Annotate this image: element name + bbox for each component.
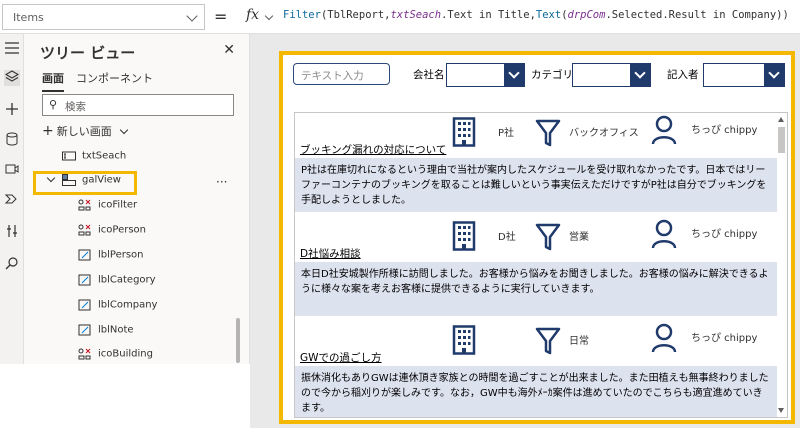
formula-token: Text (535, 9, 562, 21)
gallery-item[interactable]: P社 バックオフィス ちっぴ chippy ブッキング漏れの対応について P社は在庫切れ… (295, 113, 777, 215)
property-selector[interactable]: Items (2, 4, 205, 30)
more-options-icon[interactable]: ··· (216, 175, 227, 189)
gallery-item[interactable]: D社 営業 ちっぴ chippy D社悩み相談 本日D社安城製作所様に訪問しました。お客… (295, 215, 777, 319)
chevron-down-icon (504, 64, 524, 86)
filter-icon (535, 118, 561, 148)
item-note: 本日D社安城製作所様に訪問しました。お客様から悩みをお聞きしました。お客様の悩み… (295, 262, 777, 316)
tab-screens[interactable]: 画面 (42, 70, 64, 92)
icon-control-icon (78, 348, 92, 360)
new-screen-button[interactable]: + 新しい画面 (42, 123, 129, 139)
author-label: ちっぴ chippy (691, 229, 758, 240)
scroll-up-icon[interactable] (778, 117, 784, 122)
layers-icon[interactable] (4, 70, 20, 86)
gallery-item[interactable]: 日常 ちっぴ chippy GWでの過ごし方 振休消化もありGWは連休頂き家族との時間… (295, 319, 777, 417)
equals-sign: = (214, 7, 228, 26)
scroll-thumb[interactable] (778, 127, 785, 153)
item-note: 振休消化もありGWは連休頂き家族との時間を過ごすことが出来ました。また田植えも無… (295, 366, 777, 417)
person-icon (651, 323, 677, 353)
search-icon[interactable] (4, 256, 20, 272)
property-value: Items (13, 11, 44, 24)
building-icon (452, 221, 476, 251)
galview-highlight-box (33, 171, 137, 195)
formula-token: .Text in Title, (441, 9, 536, 21)
formula-token: (TblReport, (320, 9, 391, 21)
search-placeholder: 検索 (65, 101, 86, 113)
insert-icon[interactable] (4, 102, 20, 118)
formula-bar: Items = fx Filter(TblReport,txtSeach.Tex… (0, 0, 800, 34)
person-icon (651, 115, 677, 145)
building-icon (452, 325, 476, 355)
filter-icon (535, 326, 561, 356)
search-icon: ⚲ (49, 98, 58, 111)
scroll-down-icon[interactable] (778, 408, 784, 413)
item-note: P社は在庫切れになるという理由で当社が案内したスケジュールを受け取れなかったです… (295, 158, 777, 212)
chevron-down-icon (764, 64, 784, 86)
text-input-placeholder: テキスト入力 (301, 70, 364, 82)
tree-item-icoBuilding[interactable]: icoBuilding (78, 348, 153, 368)
search-text-input[interactable]: テキスト入力 (293, 63, 390, 85)
text-input-icon (62, 150, 76, 162)
label-icon (78, 274, 92, 286)
filter-icon (535, 222, 561, 252)
gallery-scrollbar[interactable] (777, 115, 786, 415)
data-icon[interactable] (4, 132, 20, 148)
person-icon (651, 219, 677, 249)
category-label: 営業 (569, 232, 589, 243)
formula-token: Filter (283, 9, 321, 21)
chevron-down-icon (264, 11, 274, 21)
company-filter-label: 会社名 (413, 69, 445, 81)
media-icon[interactable] (4, 162, 20, 178)
author-label: ちっぴ chippy (691, 333, 758, 344)
power-automate-icon[interactable] (4, 192, 20, 208)
item-title[interactable]: GWでの過ごし方 (300, 350, 382, 365)
category-label: バックオフィス (569, 128, 639, 139)
formula-input[interactable]: Filter(TblReport,txtSeach.Text in Title,… (283, 9, 789, 21)
item-title[interactable]: ブッキング漏れの対応について (300, 142, 446, 157)
chevron-down-icon (119, 125, 129, 135)
hamburger-menu-icon[interactable] (4, 42, 20, 58)
formula-token: drpCom (567, 9, 606, 21)
tab-components[interactable]: コンポーネント (76, 70, 153, 92)
tree-view-title: ツリー ビュー (40, 44, 136, 62)
tree-scrollbar[interactable] (236, 318, 240, 363)
tree-item-lblCompany[interactable]: lblCompany (78, 299, 157, 319)
tree-item-icoFilter[interactable]: icoFilter (78, 199, 137, 219)
item-title[interactable]: D社悩み相談 (300, 246, 361, 261)
close-icon[interactable]: ✕ (223, 42, 235, 58)
author-label: ちっぴ chippy (691, 125, 758, 136)
tree-tabs: 画面 コンポーネント (42, 70, 153, 92)
chevron-down-icon (186, 10, 198, 22)
category-dropdown[interactable] (572, 63, 651, 87)
tree-item-lblPerson[interactable]: lblPerson (78, 249, 144, 269)
company-dropdown[interactable] (446, 63, 525, 87)
icon-control-icon (78, 199, 92, 211)
building-icon (452, 117, 476, 147)
left-rail (0, 34, 24, 364)
new-screen-label: 新しい画面 (56, 125, 112, 138)
tree-item-txtSeach[interactable]: txtSeach (62, 150, 126, 170)
gallery[interactable]: P社 バックオフィス ちっぴ chippy ブッキング漏れの対応について P社は在庫切れ… (294, 112, 788, 418)
label-icon (78, 249, 92, 261)
company-label: P社 (498, 128, 515, 139)
tree-search-input[interactable]: ⚲ 検索 (42, 94, 234, 116)
category-filter-label: カテゴリ (531, 69, 573, 81)
fx-icon: fx (246, 7, 260, 23)
chevron-down-icon (630, 64, 650, 86)
author-dropdown[interactable] (703, 63, 785, 87)
fx-button[interactable]: fx (240, 4, 276, 30)
author-filter-label: 記入者 (667, 69, 699, 81)
tree-item-lblCategory[interactable]: lblCategory (78, 274, 156, 294)
formula-token: txtSeach (390, 9, 442, 21)
tree-item-lblNote[interactable]: lblNote (78, 324, 134, 344)
formula-token: .Selected.Result in Company)) (605, 9, 789, 21)
category-label: 日常 (569, 336, 589, 347)
tree-item-icoPerson[interactable]: icoPerson (78, 224, 146, 244)
plus-icon: + (42, 123, 54, 139)
label-icon (78, 324, 92, 336)
company-label: D社 (498, 232, 516, 243)
icon-control-icon (78, 224, 92, 236)
label-icon (78, 299, 92, 311)
variables-icon[interactable] (4, 224, 20, 240)
